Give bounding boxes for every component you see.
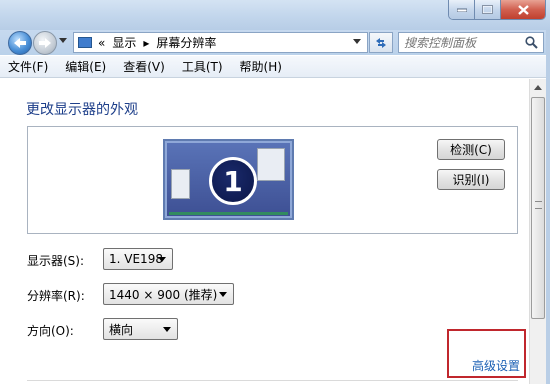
scroll-up-arrow-icon: [534, 84, 542, 90]
back-button[interactable]: [8, 31, 32, 55]
maximize-button[interactable]: [475, 0, 501, 19]
title-bar: [0, 0, 550, 30]
minimize-icon: [456, 8, 467, 12]
search-input[interactable]: [404, 35, 522, 50]
advanced-settings-link[interactable]: 高级设置: [472, 357, 520, 374]
display-select[interactable]: 1. VE198: [103, 248, 173, 270]
orientation-label: 方向(O):: [27, 324, 74, 338]
search-box: [398, 32, 544, 53]
window-thumbnail-icon: [257, 148, 285, 181]
window-controls: [448, 0, 546, 20]
chevron-down-icon: [163, 327, 171, 332]
menu-tools[interactable]: 工具(T): [182, 58, 223, 75]
address-dropdown-icon[interactable]: [353, 39, 361, 44]
detect-button[interactable]: 检测(C): [437, 139, 505, 160]
menu-file[interactable]: 文件(F): [8, 58, 48, 75]
control-panel-folder-icon: [78, 37, 92, 48]
display-label: 显示器(S):: [27, 254, 85, 268]
resolution-select-value: 1440 × 900 (推荐): [109, 287, 218, 302]
resolution-select[interactable]: 1440 × 900 (推荐): [103, 283, 234, 305]
orientation-select-value: 横向: [109, 322, 134, 337]
monitor-preview-panel: 1 检测(C) 识别(I): [27, 126, 518, 234]
monitor-1-thumbnail[interactable]: 1: [163, 139, 294, 220]
back-arrow-icon: [14, 38, 26, 48]
scroll-up-button[interactable]: [530, 79, 546, 95]
close-button[interactable]: [501, 0, 545, 19]
taskbar-thumbnail: [169, 212, 288, 215]
close-icon: [517, 4, 529, 15]
refresh-button[interactable]: [369, 32, 393, 53]
menu-view[interactable]: 查看(V): [123, 58, 165, 75]
menu-help[interactable]: 帮助(H): [240, 58, 282, 75]
breadcrumb: « 显示 ▸ 屏幕分辨率: [98, 34, 223, 51]
scrollbar-grip-icon: [535, 201, 542, 209]
address-bar[interactable]: « 显示 ▸ 屏幕分辨率: [73, 32, 368, 53]
identify-button[interactable]: 识别(I): [437, 169, 505, 190]
forward-arrow-icon: [39, 38, 51, 48]
breadcrumb-overflow[interactable]: «: [98, 36, 105, 50]
menu-bar: 文件(F) 编辑(E) 查看(V) 工具(T) 帮助(H): [0, 56, 550, 78]
chevron-down-icon: [219, 292, 227, 297]
search-icon[interactable]: [525, 36, 538, 49]
content-area: 更改显示器的外观 1 检测(C) 识别(I) 显示器(S): 1. VE198 …: [0, 79, 529, 384]
divider: [27, 380, 518, 381]
menu-edit[interactable]: 编辑(E): [65, 58, 106, 75]
forward-button[interactable]: [33, 31, 57, 55]
history-dropdown-icon[interactable]: [59, 38, 67, 43]
window-thumbnail-icon: [171, 169, 190, 199]
window-border: [546, 30, 550, 384]
monitor-number-badge: 1: [209, 157, 257, 205]
orientation-select[interactable]: 横向: [103, 318, 178, 340]
resolution-label: 分辨率(R):: [27, 289, 85, 303]
scrollbar-thumb[interactable]: [531, 97, 545, 319]
navigation-bar: « 显示 ▸ 屏幕分辨率: [0, 30, 550, 55]
refresh-icon: [376, 37, 386, 48]
minimize-button[interactable]: [449, 0, 475, 19]
breadcrumb-item-resolution[interactable]: 屏幕分辨率: [156, 34, 216, 51]
vertical-scrollbar[interactable]: [529, 79, 546, 384]
breadcrumb-item-display[interactable]: 显示: [112, 34, 136, 51]
page-title: 更改显示器的外观: [26, 102, 138, 118]
breadcrumb-separator-icon[interactable]: ▸: [143, 36, 149, 50]
chevron-down-icon: [158, 257, 166, 262]
display-select-value: 1. VE198: [109, 252, 163, 266]
maximize-icon: [482, 5, 493, 14]
